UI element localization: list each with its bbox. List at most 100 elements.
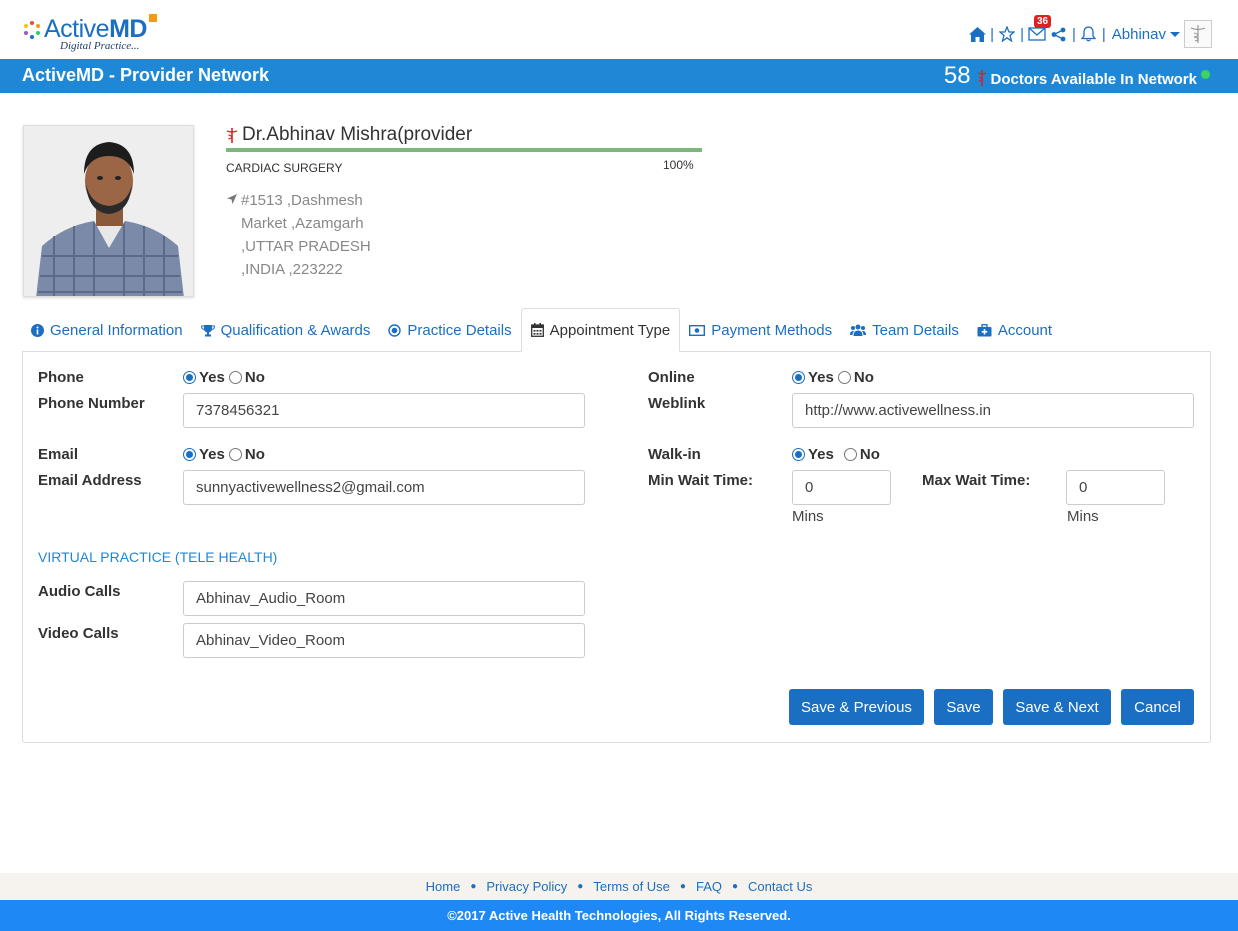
email-no-radio[interactable] bbox=[228, 448, 242, 461]
star-icon[interactable] bbox=[998, 25, 1016, 43]
min-wait-input[interactable]: 0 bbox=[792, 470, 891, 505]
user-avatar[interactable] bbox=[1184, 20, 1212, 48]
walkin-no-radio[interactable] bbox=[843, 448, 857, 461]
footer-copyright: ©2017 Active Health Technologies, All Ri… bbox=[0, 900, 1238, 931]
phone-yes-option[interactable]: Yes bbox=[183, 369, 225, 386]
walkin-yes-option[interactable]: Yes bbox=[792, 446, 834, 463]
target-icon bbox=[388, 323, 402, 337]
bell-icon[interactable] bbox=[1080, 25, 1098, 43]
tab-account[interactable]: Account bbox=[968, 308, 1061, 352]
home-icon[interactable] bbox=[968, 25, 986, 43]
logo-bold-text: MD bbox=[109, 15, 147, 43]
max-wait-input[interactable]: 0 bbox=[1066, 470, 1165, 505]
share-icon[interactable] bbox=[1050, 25, 1068, 43]
phone-label: Phone bbox=[38, 369, 84, 386]
phone-no-radio[interactable] bbox=[228, 371, 242, 384]
mail-badge: 36 bbox=[1033, 15, 1052, 28]
online-label: Online bbox=[648, 369, 695, 386]
online-yes-option[interactable]: Yes bbox=[792, 369, 834, 386]
footer-link-home[interactable]: Home bbox=[426, 879, 461, 894]
provider-network-bar: ActiveMD - Provider Network 58 Doctors A… bbox=[0, 59, 1238, 93]
weblink-input[interactable]: http://www.activewellness.in bbox=[792, 393, 1194, 428]
logo-subtitle: Digital Practice... bbox=[60, 40, 140, 52]
footer-link-privacy[interactable]: Privacy Policy bbox=[486, 879, 567, 894]
tab-qualification-awards[interactable]: Qualification & Awards bbox=[192, 308, 380, 352]
online-yes-radio[interactable] bbox=[792, 371, 805, 384]
caduceus-red-icon bbox=[977, 70, 986, 86]
save-previous-button[interactable]: Save & Previous bbox=[789, 689, 924, 725]
phone-no-option[interactable]: No bbox=[228, 369, 265, 386]
phone-number-input[interactable]: 7378456321 bbox=[183, 393, 585, 428]
walkin-yes-radio[interactable] bbox=[792, 448, 805, 461]
network-count: 58 bbox=[943, 62, 971, 89]
email-radio-group: Yes No bbox=[183, 446, 269, 463]
tab-appointment-type[interactable]: Appointment Type bbox=[520, 308, 681, 352]
logo-main-text: Active bbox=[44, 15, 110, 43]
address-line-4: ,INDIA ,223222 bbox=[241, 261, 343, 278]
doctor-address: #1513 ,Dashmesh Market ,Azamgarh ,UTTAR … bbox=[226, 189, 371, 281]
phone-radio-group: Yes No bbox=[183, 369, 269, 386]
profile-tabs: General Information Qualification & Awar… bbox=[22, 308, 1061, 352]
email-address-label: Email Address bbox=[38, 472, 142, 489]
page-title: ActiveMD - Provider Network bbox=[22, 65, 270, 85]
money-icon bbox=[689, 324, 706, 336]
walkin-label: Walk-in bbox=[648, 446, 701, 463]
email-yes-radio[interactable] bbox=[183, 448, 196, 461]
footer-separator: ● bbox=[577, 881, 584, 892]
walkin-radio-group: Yes No bbox=[792, 446, 884, 463]
activemd-logo[interactable]: ActiveMD Digital Practice... bbox=[22, 14, 162, 56]
doctor-name: Dr.Abhinav Mishra(provider bbox=[242, 124, 473, 145]
max-wait-unit: Mins bbox=[1067, 508, 1099, 525]
caduceus-red-icon bbox=[226, 128, 238, 143]
users-icon bbox=[850, 324, 867, 336]
audio-calls-input[interactable]: Abhinav_Audio_Room bbox=[183, 581, 585, 616]
cancel-button[interactable]: Cancel bbox=[1121, 689, 1194, 725]
min-wait-label: Min Wait Time: bbox=[648, 472, 753, 489]
email-address-input[interactable]: sunnyactivewellness2@gmail.com bbox=[183, 470, 585, 505]
logo-accent-square bbox=[149, 14, 157, 22]
email-yes-option[interactable]: Yes bbox=[183, 446, 225, 463]
audio-calls-label: Audio Calls bbox=[38, 583, 121, 600]
online-status-dot bbox=[1201, 69, 1210, 79]
tab-team-details[interactable]: Team Details bbox=[841, 308, 968, 352]
caduceus-icon bbox=[1190, 25, 1206, 43]
tab-practice-details[interactable]: Practice Details bbox=[379, 308, 520, 352]
tab-general-information[interactable]: General Information bbox=[22, 308, 192, 352]
tab-payment-methods[interactable]: Payment Methods bbox=[680, 308, 841, 352]
save-next-button[interactable]: Save & Next bbox=[1003, 689, 1111, 725]
footer-separator: ● bbox=[470, 881, 477, 892]
profile-completion-bar bbox=[226, 148, 702, 152]
divider: | bbox=[1101, 25, 1106, 43]
user-menu-name[interactable]: Abhinav bbox=[1112, 26, 1166, 43]
video-calls-label: Video Calls bbox=[38, 625, 119, 642]
footer-link-faq[interactable]: FAQ bbox=[696, 879, 722, 894]
footer-link-contact[interactable]: Contact Us bbox=[748, 879, 812, 894]
footer-links: Home ● Privacy Policy ● Terms of Use ● F… bbox=[0, 873, 1238, 900]
profile-photo bbox=[23, 125, 194, 297]
phone-yes-radio[interactable] bbox=[183, 371, 196, 384]
save-button[interactable]: Save bbox=[934, 689, 993, 725]
mail-icon[interactable]: 36 bbox=[1028, 15, 1052, 43]
walkin-no-option[interactable]: No bbox=[843, 446, 880, 463]
trophy-icon bbox=[200, 324, 215, 337]
profile-completion-fill bbox=[226, 148, 702, 152]
email-no-option[interactable]: No bbox=[228, 446, 265, 463]
email-label: Email bbox=[38, 446, 79, 463]
phone-number-label: Phone Number bbox=[38, 395, 145, 412]
max-wait-label: Max Wait Time: bbox=[922, 472, 1031, 489]
online-no-radio[interactable] bbox=[837, 371, 851, 384]
calendar-icon bbox=[530, 323, 544, 337]
divider: | bbox=[990, 25, 995, 43]
profile-completion-percent: 100% bbox=[663, 158, 694, 172]
online-no-option[interactable]: No bbox=[837, 369, 874, 386]
address-line-3: ,UTTAR PRADESH bbox=[241, 238, 371, 255]
doctor-name-row: Dr.Abhinav Mishra(provider bbox=[226, 124, 472, 146]
footer-link-terms[interactable]: Terms of Use bbox=[593, 879, 670, 894]
divider: | bbox=[1071, 25, 1076, 43]
video-calls-input[interactable]: Abhinav_Video_Room bbox=[183, 623, 585, 658]
weblink-label: Weblink bbox=[648, 395, 706, 412]
header-icon-bar: | | 36 | | Abhinav bbox=[968, 15, 1212, 49]
chevron-down-icon[interactable] bbox=[1170, 31, 1180, 37]
info-icon bbox=[31, 323, 44, 337]
address-line-2: Market ,Azamgarh bbox=[241, 215, 364, 232]
